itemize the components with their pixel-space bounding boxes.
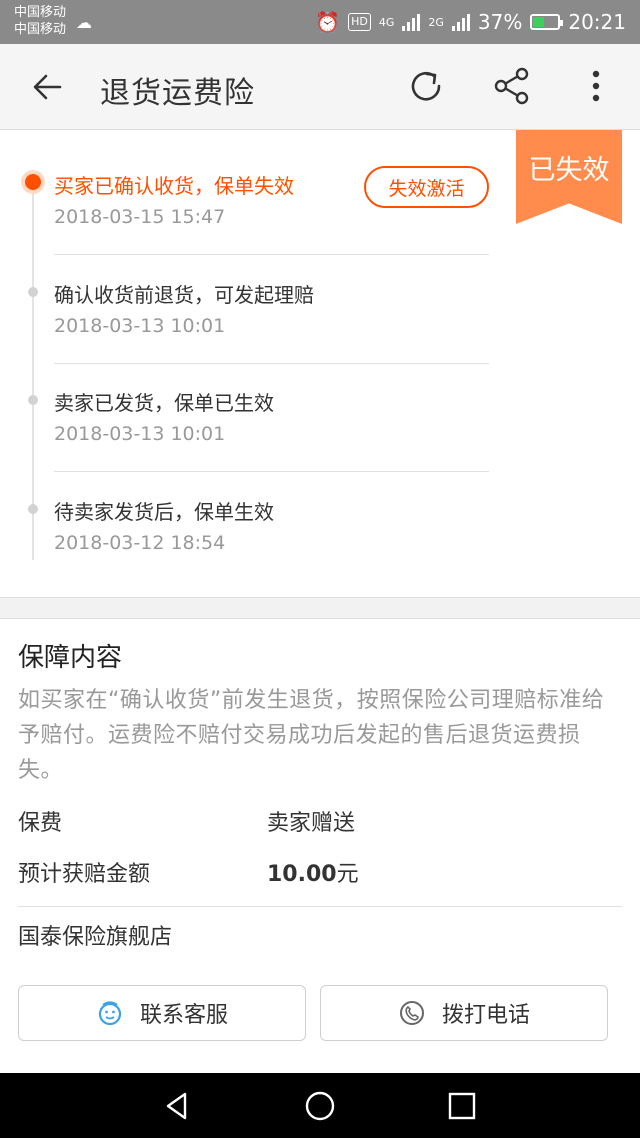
page-title: 退货运费险 xyxy=(100,76,255,111)
event-time: 2018-03-13 10:01 xyxy=(54,423,226,445)
network-4g-label: 4G xyxy=(378,15,395,29)
status-indicators: ⏰ HD 4G 2G 37% 20:21 xyxy=(315,0,626,44)
expired-badge: 已失效 xyxy=(516,130,622,224)
divider xyxy=(54,471,489,472)
insurer-shop-name[interactable]: 国泰保险旗舰店 xyxy=(18,919,172,951)
carrier-1: 中国移动 xyxy=(14,5,67,20)
expired-badge-label: 已失效 xyxy=(528,155,610,186)
customer-service-icon xyxy=(98,1001,122,1026)
timeline-dot xyxy=(28,287,38,297)
status-bar: 中国移动 中国移动 ☁ ⏰ HD 4G 2G 37% 20:21 xyxy=(0,0,640,44)
refresh-icon[interactable] xyxy=(406,66,446,106)
cloud-icon: ☁ xyxy=(76,13,92,32)
nav-home-icon[interactable] xyxy=(303,1089,337,1123)
coverage-card: 保障内容 如买家在“确认收货”前发生退货，按照保险公司理赔标准给予赔付。运费险不… xyxy=(0,618,640,1073)
event-time: 2018-03-12 18:54 xyxy=(54,532,226,554)
nav-back-icon[interactable] xyxy=(160,1089,194,1123)
carrier-2: 中国移动 xyxy=(14,22,67,37)
network-2g-label: 2G xyxy=(428,15,444,29)
payout-amount: 10.00 xyxy=(267,862,337,887)
premium-value: 卖家赠送 xyxy=(267,811,356,836)
clock: 20:21 xyxy=(568,10,626,34)
carrier-labels: 中国移动 中国移动 xyxy=(14,4,66,38)
timeline-dot xyxy=(28,504,38,514)
signal-icon xyxy=(402,13,421,31)
event-title: 确认收货前退货，可发起理赔 xyxy=(54,283,314,307)
more-icon[interactable] xyxy=(576,66,616,106)
timeline-dot xyxy=(28,395,38,405)
alarm-icon: ⏰ xyxy=(315,10,341,34)
battery-icon xyxy=(530,14,564,30)
battery-percent: 37% xyxy=(477,10,523,34)
signal-icon-2 xyxy=(451,13,470,31)
call-button[interactable]: 拨打电话 xyxy=(320,985,608,1041)
event-title: 买家已确认收货，保单失效 xyxy=(54,174,294,198)
divider xyxy=(54,254,489,255)
payout-unit: 元 xyxy=(336,862,359,887)
policy-timeline-card: 买家已确认收货，保单失效 2018-03-15 15:47 确认收货前退货，可发… xyxy=(0,130,640,598)
back-arrow-icon[interactable] xyxy=(30,69,66,105)
contact-service-label: 联系客服 xyxy=(139,1003,228,1028)
payout-label: 预计获赔金额 xyxy=(18,862,151,887)
call-label: 拨打电话 xyxy=(441,1003,530,1028)
event-time: 2018-03-15 15:47 xyxy=(54,206,226,228)
system-nav-bar xyxy=(0,1073,640,1138)
coverage-description: 如买家在“确认收货”前发生退货，按照保险公司理赔标准给予赔付。运费险不赔付交易成… xyxy=(18,688,605,783)
event-title: 待卖家发货后，保单生效 xyxy=(54,500,274,524)
title-bar: 退货运费险 xyxy=(0,44,640,130)
hd-badge: HD xyxy=(348,13,371,31)
section-title: 保障内容 xyxy=(18,643,123,673)
timeline-dot-active xyxy=(21,170,45,194)
premium-label: 保费 xyxy=(18,811,63,836)
event-title: 卖家已发货，保单已生效 xyxy=(54,391,274,415)
reactivate-button[interactable]: 失效激活 xyxy=(364,166,489,208)
nav-recents-icon[interactable] xyxy=(445,1089,479,1123)
event-time: 2018-03-13 10:01 xyxy=(54,315,226,337)
share-icon[interactable] xyxy=(492,66,532,106)
contact-service-button[interactable]: 联系客服 xyxy=(18,985,306,1041)
divider xyxy=(18,906,622,907)
divider xyxy=(54,363,489,364)
phone-icon xyxy=(399,1001,424,1025)
payout-value: 10.00元 xyxy=(267,856,359,888)
